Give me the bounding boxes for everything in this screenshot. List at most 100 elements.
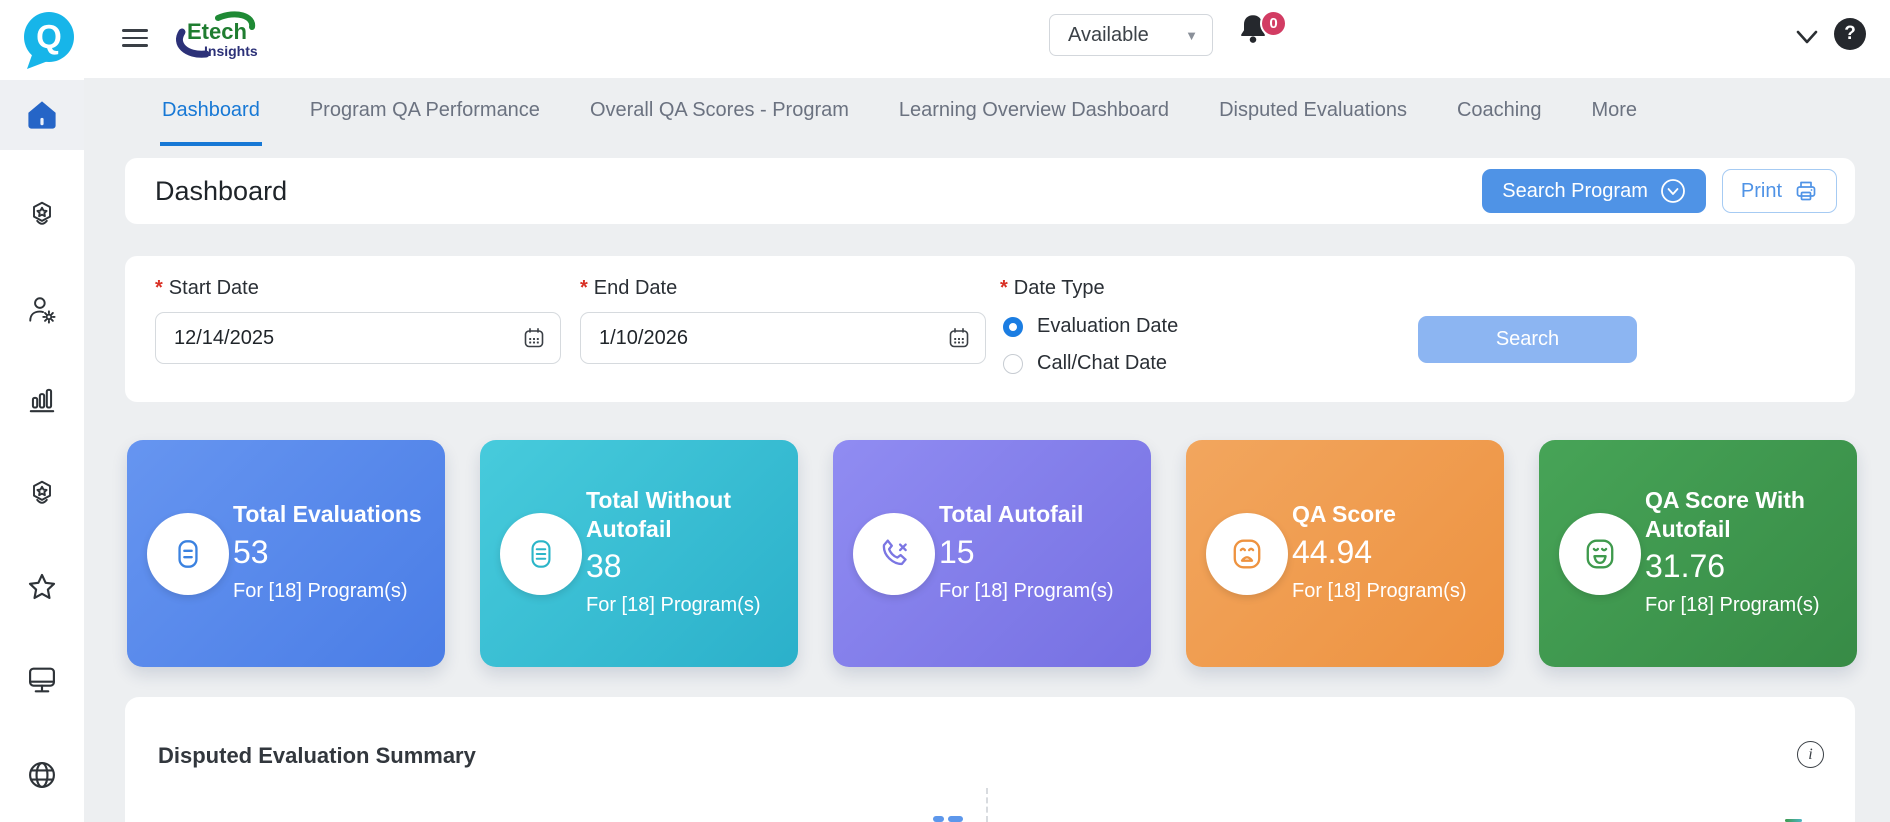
svg-text:Etech: Etech (187, 19, 247, 44)
stat-card-total-evaluations: Total Evaluations 53 For [18] Program(s) (127, 440, 445, 667)
sidebar-item-favorites[interactable] (0, 566, 84, 610)
stat-subtitle: For [18] Program(s) (1645, 590, 1843, 621)
circle-chevron-down-icon (1660, 178, 1686, 204)
clipped-chart-fragment (933, 816, 944, 822)
required-asterisk: * (155, 277, 163, 299)
star-icon (25, 571, 59, 605)
sidebar-item-monitoring[interactable] (0, 658, 84, 702)
stat-subtitle: For [18] Program(s) (1292, 576, 1490, 607)
dashed-divider (986, 788, 988, 822)
tab-disputed-evaluations[interactable]: Disputed Evaluations (1217, 78, 1409, 146)
stat-value: 38 (586, 546, 784, 588)
clipped-chart-fragment (948, 816, 963, 822)
radio-unselected-icon[interactable] (1003, 354, 1023, 374)
tab-program-qa-performance[interactable]: Program QA Performance (308, 78, 542, 146)
calendar-icon[interactable] (947, 326, 971, 350)
required-asterisk: * (1000, 277, 1008, 299)
stat-subtitle: For [18] Program(s) (939, 576, 1137, 607)
notifications-button[interactable]: 0 (1238, 12, 1294, 58)
sidebar-item-reports[interactable] (0, 378, 84, 422)
date-type-label: *Date Type (1000, 277, 1105, 300)
end-date-label: *End Date (580, 277, 677, 300)
stat-value: 15 (939, 532, 1137, 574)
chevron-down-icon: ▼ (1185, 28, 1198, 43)
notification-count-badge: 0 (1260, 10, 1287, 37)
stat-value: 53 (233, 532, 431, 574)
q-app-logo: Q (18, 10, 78, 70)
stat-card-total-autofail: Total Autofail 15 For [18] Program(s) (833, 440, 1151, 667)
user-settings-icon (26, 294, 58, 326)
sidebar-item-home[interactable] (0, 80, 84, 150)
stat-value: 44.94 (1292, 532, 1490, 574)
search-button[interactable]: Search (1418, 316, 1637, 363)
disputed-evaluation-summary-card: Disputed Evaluation Summary i (125, 697, 1855, 822)
bar-chart-icon (26, 384, 58, 416)
monitor-icon (25, 663, 59, 697)
sidebar-item-global[interactable] (0, 753, 84, 797)
print-button[interactable]: Print (1722, 169, 1837, 213)
quality-badge-alt-icon (26, 478, 58, 510)
stat-icon-circle (500, 513, 582, 595)
missed-call-icon (874, 534, 914, 574)
etech-insights-logo: Etech Insights (166, 8, 262, 66)
search-program-button[interactable]: Search Program (1482, 169, 1706, 213)
summary-title: Disputed Evaluation Summary (158, 743, 476, 769)
info-icon[interactable]: i (1797, 741, 1824, 768)
tab-coaching[interactable]: Coaching (1455, 78, 1544, 146)
end-date-field[interactable] (580, 312, 986, 364)
quality-badge-icon (26, 199, 58, 231)
home-icon (25, 99, 59, 131)
start-date-field[interactable] (155, 312, 561, 364)
app-root: Q Etech Insights Available ▼ 0 (0, 0, 1890, 822)
stat-icon-circle (147, 513, 229, 595)
stat-icon-circle (1559, 513, 1641, 595)
start-date-label: *Start Date (155, 277, 259, 300)
stat-title: Total Without Autofail (586, 486, 784, 544)
evaluations-doc-icon (169, 535, 207, 573)
stat-value: 31.76 (1645, 546, 1843, 588)
stat-icon-circle (853, 513, 935, 595)
availability-select[interactable]: Available ▼ (1049, 14, 1213, 56)
top-bar: Q Etech Insights Available ▼ 0 (0, 0, 1890, 78)
tab-bar: Dashboard Program QA Performance Overall… (160, 78, 1639, 146)
q-logo-icon: Q (18, 10, 78, 70)
svg-text:Insights: Insights (204, 43, 258, 59)
tab-more[interactable]: More (1589, 78, 1639, 146)
tab-overall-qa-scores[interactable]: Overall QA Scores - Program (588, 78, 851, 146)
stat-subtitle: For [18] Program(s) (586, 590, 784, 621)
stat-icon-circle (1206, 513, 1288, 595)
menu-hamburger-icon[interactable] (122, 27, 148, 49)
printer-icon (1794, 179, 1818, 203)
filter-card: *Start Date *End Date *Date Type (125, 256, 1855, 402)
end-date-input[interactable] (599, 327, 947, 350)
left-rail (0, 78, 84, 822)
start-date-input[interactable] (174, 327, 522, 350)
page-title: Dashboard (155, 176, 1482, 207)
help-icon[interactable]: ? (1834, 18, 1866, 50)
sidebar-item-quality[interactable] (0, 193, 84, 237)
sidebar-item-agent-settings[interactable] (0, 288, 84, 332)
stat-card-qa-score-with-autofail: QA Score With Autofail 31.76 For [18] Pr… (1539, 440, 1857, 667)
sad-face-icon (1227, 534, 1267, 574)
calendar-icon[interactable] (522, 326, 546, 350)
stat-title: Total Autofail (939, 500, 1137, 529)
stat-card-qa-score: QA Score 44.94 For [18] Program(s) (1186, 440, 1504, 667)
tab-dashboard[interactable]: Dashboard (160, 78, 262, 146)
sidebar-item-qa-scores[interactable] (0, 472, 84, 516)
stat-subtitle: For [18] Program(s) (233, 576, 431, 607)
availability-value: Available (1068, 24, 1177, 47)
stat-title: QA Score (1292, 500, 1490, 529)
happy-face-icon (1580, 534, 1620, 574)
list-doc-icon (522, 535, 560, 573)
svg-text:Q: Q (36, 18, 62, 55)
page-header-card: Dashboard Search Program Print (125, 158, 1855, 224)
stat-title: QA Score With Autofail (1645, 486, 1843, 544)
required-asterisk: * (580, 277, 588, 299)
tab-learning-overview[interactable]: Learning Overview Dashboard (897, 78, 1171, 146)
radio-call-chat-date[interactable]: Call/Chat Date (1003, 352, 1167, 375)
globe-icon (25, 758, 59, 792)
radio-evaluation-date[interactable]: Evaluation Date (1003, 315, 1178, 338)
radio-selected-icon[interactable] (1003, 317, 1023, 337)
stat-title: Total Evaluations (233, 500, 431, 529)
collapse-chevron-icon[interactable] (1792, 24, 1822, 50)
